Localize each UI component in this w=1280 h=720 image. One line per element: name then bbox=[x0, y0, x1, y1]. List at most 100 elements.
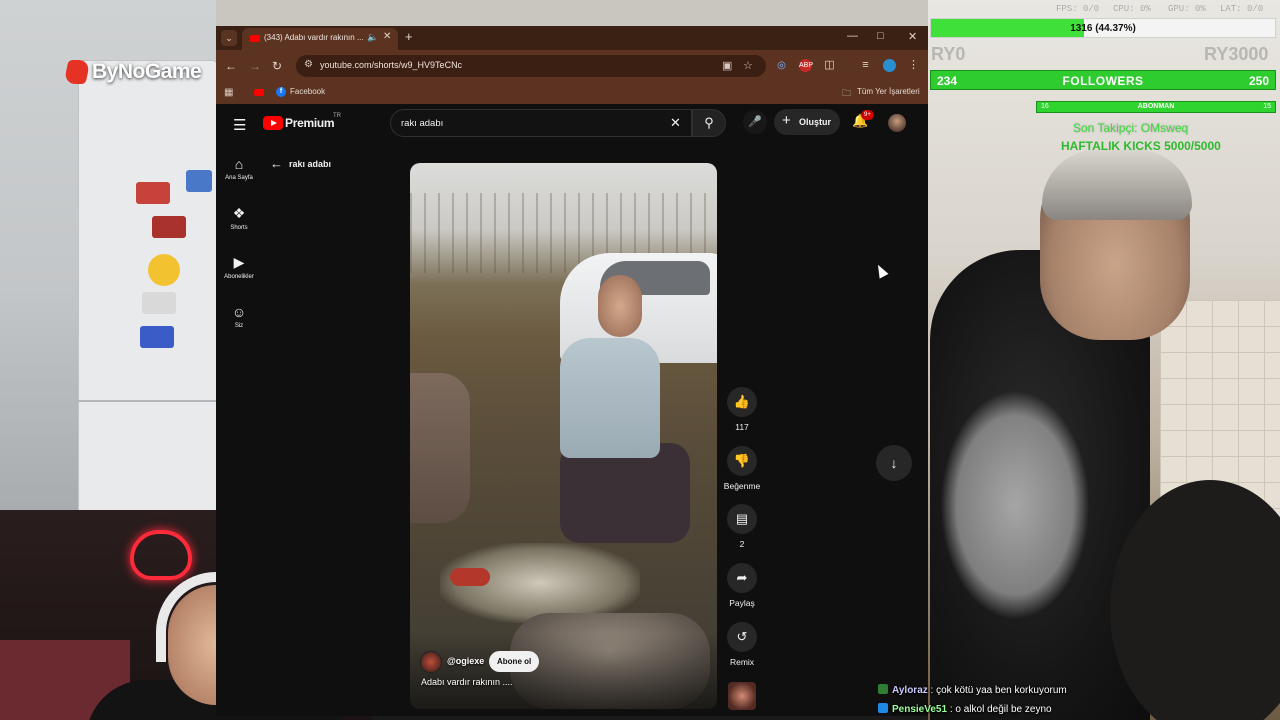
install-app-icon[interactable]: ▣ bbox=[722, 59, 732, 72]
short-title[interactable]: Adabı vardır rakının .... bbox=[421, 677, 513, 687]
share-icon: ➦ bbox=[727, 563, 757, 593]
comment-icon: ▤ bbox=[727, 504, 757, 534]
subscriber-goal-text: 1316 (44.37%) bbox=[1070, 23, 1136, 34]
tab-search-chevron-icon[interactable]: ⌄ bbox=[221, 30, 237, 46]
sidebar-item-home[interactable]: ⌂ Ana Sayfa bbox=[216, 156, 262, 181]
search-input[interactable]: rakı adabı ✕ bbox=[390, 109, 692, 137]
chat-badge-icon bbox=[878, 684, 888, 694]
chat-username: PensieVe51 bbox=[892, 704, 948, 715]
account-avatar[interactable] bbox=[888, 114, 906, 132]
youtube-premium-label[interactable]: Premium bbox=[285, 116, 335, 130]
back-icon[interactable]: ← bbox=[225, 59, 237, 73]
search-button[interactable]: ⚲ bbox=[692, 109, 726, 137]
tab-active[interactable]: (343) Adabı vardır rakının ... 🔈 ✕ bbox=[242, 28, 398, 50]
faded-stat: GPU: 0% bbox=[1168, 4, 1206, 14]
speaker-icon[interactable]: 🔈 bbox=[367, 32, 378, 43]
bynogame-logo-text: ByNoGame bbox=[92, 60, 202, 83]
bookmark-facebook[interactable]: Facebook bbox=[290, 87, 325, 96]
sidebar-item-you[interactable]: ☺ Siz bbox=[216, 304, 262, 329]
sidebar-item-label: Siz bbox=[234, 323, 244, 329]
like-button[interactable]: 👍 117 bbox=[721, 387, 763, 432]
profile-icon[interactable] bbox=[883, 59, 896, 72]
thumbs-down-icon: 👎 bbox=[727, 446, 757, 476]
magnet bbox=[186, 170, 212, 192]
extensions-icon[interactable]: ◫ bbox=[823, 59, 836, 72]
dislike-button[interactable]: 👎 Beğenme bbox=[721, 446, 763, 491]
minimize-icon[interactable]: — bbox=[847, 30, 858, 42]
sidebar-item-shorts[interactable]: ❖ Shorts bbox=[216, 205, 262, 231]
short-video-player[interactable]: @ogiexe Abone ol Adabı vardır rakının ..… bbox=[410, 163, 717, 709]
channel-name[interactable]: @ogiexe bbox=[447, 656, 484, 666]
video-person-left bbox=[410, 373, 470, 523]
arrow-down-icon: ↓ bbox=[890, 455, 898, 471]
create-label: Oluştur bbox=[799, 117, 832, 127]
bookmark-star-icon[interactable]: ☆ bbox=[743, 59, 753, 72]
subscribe-button[interactable]: Abone ol bbox=[489, 651, 540, 672]
weekly-kicks: HAFTALIK KICKS 5000/5000 bbox=[1061, 139, 1221, 153]
search-back-label[interactable]: rakı adabı bbox=[289, 159, 331, 169]
fridge-divider bbox=[78, 400, 218, 402]
remix-button[interactable]: ↺ Remix bbox=[721, 622, 763, 667]
video-man-legs bbox=[560, 443, 690, 543]
share-button[interactable]: ➦ Paylaş bbox=[721, 563, 763, 608]
tab-title: (343) Adabı vardır rakının ... bbox=[264, 33, 364, 42]
youtube-play-icon bbox=[271, 120, 277, 126]
followers-target: 250 bbox=[1248, 74, 1269, 88]
channel-avatar[interactable] bbox=[420, 651, 442, 673]
last-follower: Son Takipçi: OMsweq bbox=[1073, 121, 1189, 135]
chat-message: Ayloraz : çok kötü yaa ben korkuyorum bbox=[878, 684, 1278, 700]
media-controls-icon[interactable]: ≡ bbox=[859, 59, 872, 72]
back-arrow-icon[interactable]: ← bbox=[270, 156, 283, 171]
site-info-icon[interactable]: ⚙ bbox=[304, 59, 313, 70]
tab-close-icon[interactable]: ✕ bbox=[383, 31, 391, 42]
like-count: 117 bbox=[735, 422, 749, 432]
sound-thumbnail[interactable] bbox=[728, 682, 756, 710]
wall-background-top bbox=[216, 0, 928, 26]
comments-button[interactable]: ▤ 2 bbox=[721, 504, 763, 549]
magnet bbox=[140, 326, 174, 348]
remix-label: Remix bbox=[729, 657, 755, 667]
more-menu-icon[interactable]: ⋮ bbox=[907, 59, 920, 72]
maximize-icon[interactable]: □ bbox=[877, 30, 884, 42]
bookmark-youtube-icon[interactable] bbox=[254, 89, 264, 96]
chat-text: : çok kötü yaa ben korkuyorum bbox=[930, 685, 1067, 696]
home-icon: ⌂ bbox=[234, 156, 244, 172]
sidebar-item-subscriptions[interactable]: ▶ Abonelikler bbox=[216, 254, 262, 280]
address-bar-row: ← → ↻ ⚙ youtube.com/shorts/w9_HV9TeCNc ▣… bbox=[216, 50, 928, 82]
bynogame-logo: ByNoGame bbox=[63, 60, 202, 84]
forward-icon[interactable]: → bbox=[249, 59, 261, 73]
subscriber-bar: ABONMAN 16 15 bbox=[1036, 101, 1276, 113]
chat-username: Ayloraz bbox=[892, 685, 928, 696]
apps-grid-icon[interactable]: ▦ bbox=[224, 87, 233, 98]
new-tab-icon[interactable]: + bbox=[405, 29, 413, 44]
all-bookmarks[interactable]: Tüm Yer İşaretleri bbox=[857, 87, 920, 96]
translate-extension-icon[interactable]: ◎ bbox=[775, 59, 788, 72]
faded-stat: FPS: 0/0 bbox=[1056, 4, 1100, 14]
magnet bbox=[136, 182, 170, 204]
reload-icon[interactable]: ↻ bbox=[272, 59, 282, 73]
chat-message: PensieVe51 : o alkol değil be zeyno bbox=[878, 703, 1278, 719]
followers-label: FOLLOWERS bbox=[1062, 74, 1144, 88]
next-short-button[interactable]: ↓ bbox=[876, 445, 912, 481]
search-icon: ⚲ bbox=[704, 115, 714, 130]
dislike-label: Beğenme bbox=[723, 481, 761, 491]
url-bar[interactable]: ⚙ youtube.com/shorts/w9_HV9TeCNc ▣ ☆ bbox=[296, 55, 766, 77]
video-bottom-gradient bbox=[410, 633, 717, 709]
abonman-target: 15 bbox=[1263, 103, 1271, 110]
adblock-extension-icon[interactable]: ABP bbox=[799, 59, 813, 72]
create-button[interactable]: + Oluştur bbox=[774, 109, 840, 135]
faded-label-right: RY3000 bbox=[1204, 44, 1269, 64]
microphone-icon[interactable]: 🎤 bbox=[743, 110, 767, 134]
magnet bbox=[148, 254, 180, 286]
hamburger-menu-icon[interactable]: ☰ bbox=[233, 116, 246, 134]
comment-count: 2 bbox=[739, 539, 745, 549]
clear-search-icon[interactable]: ✕ bbox=[670, 115, 681, 131]
youtube-favicon-icon bbox=[250, 35, 260, 42]
magnet bbox=[152, 216, 186, 238]
abonman-label: ABONMAN bbox=[1137, 103, 1175, 110]
window-close-icon[interactable]: ✕ bbox=[908, 30, 917, 43]
faded-stat: LAT: 0/0 bbox=[1220, 4, 1264, 14]
thumbs-up-icon: 👍 bbox=[727, 387, 757, 417]
facebook-icon[interactable]: f bbox=[276, 87, 286, 97]
chat-text: : o alkol değil be zeyno bbox=[949, 704, 1052, 715]
